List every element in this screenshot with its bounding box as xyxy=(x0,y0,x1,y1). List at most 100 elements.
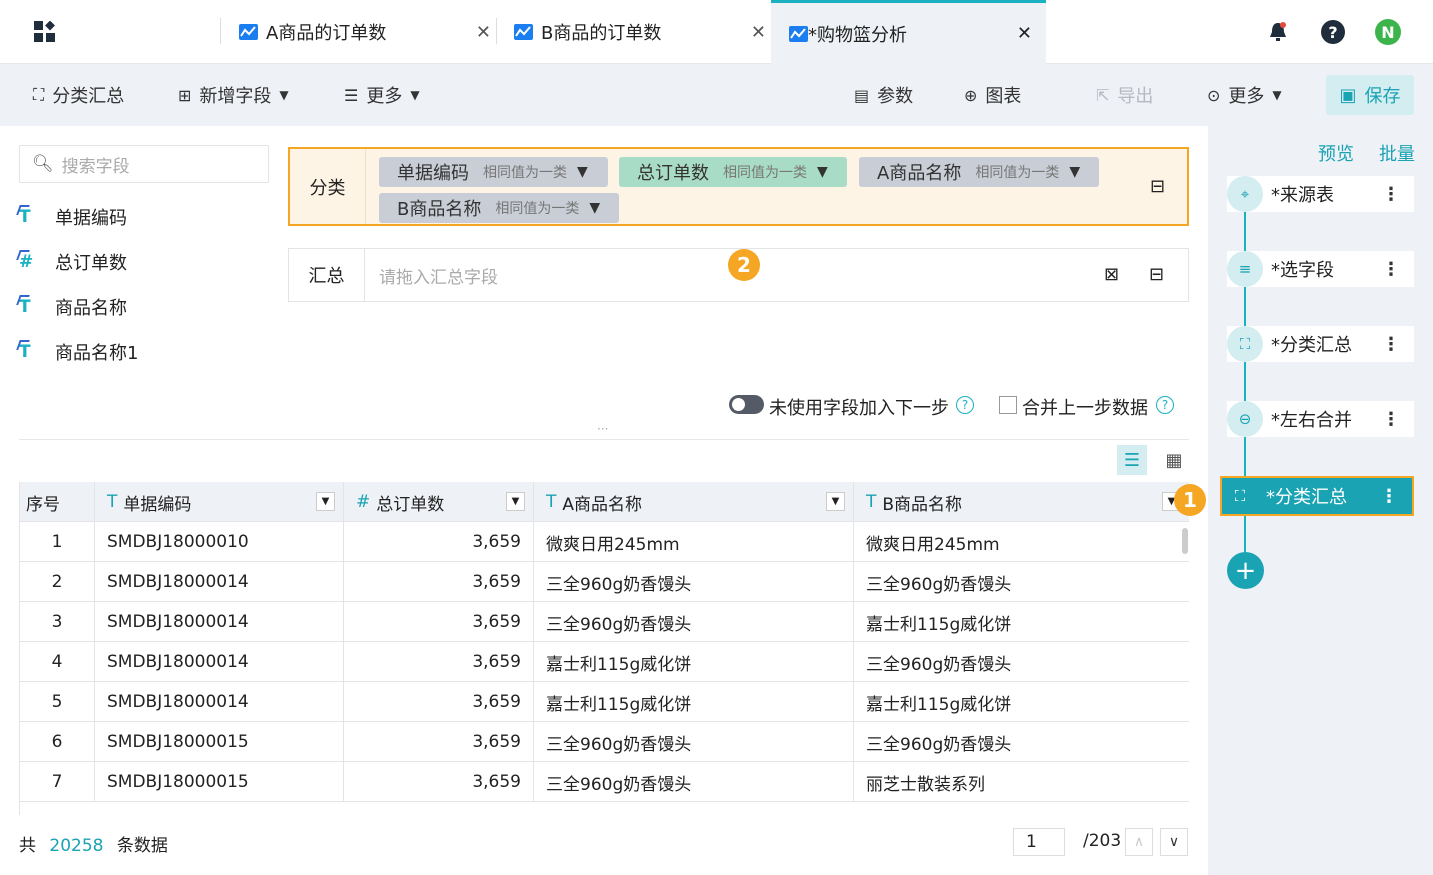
search-icon: 🔍︎ xyxy=(32,154,54,174)
caret-down-icon[interactable]: ▼ xyxy=(577,164,588,180)
export-button[interactable]: ⇱ 导出 xyxy=(1096,64,1153,126)
node-label: *左右合并 xyxy=(1271,410,1352,431)
clear-icon[interactable]: ⊟ xyxy=(1150,176,1165,197)
more-right-button[interactable]: ⊙ 更多 ▼ xyxy=(1207,64,1282,126)
table-cell: 微爽日用245mm xyxy=(534,522,854,562)
category-dropzone[interactable]: 分类 单据编码 相同值为一类 ▼ 总订单数 相同值为一类 ▼ A商品名称 相同值为一类 ▼ … xyxy=(288,147,1189,226)
add-node-button[interactable]: + xyxy=(1227,552,1264,589)
table-cell: SMDBJ18000010 xyxy=(95,522,344,562)
table-row[interactable]: 4 SMDBJ18000014 3,659 嘉士利115g威化饼 三全960g奶香馒头 xyxy=(20,642,1189,682)
node-label: *选字段 xyxy=(1271,260,1334,281)
caret-down-icon[interactable]: ▼ xyxy=(1069,164,1080,180)
close-icon[interactable]: ✕ xyxy=(476,22,491,43)
tab-label: B商品的订单数 xyxy=(541,23,662,44)
flow-node-source[interactable]: ⌖ *来源表 ⋮ xyxy=(1227,176,1414,212)
page-total: /203 xyxy=(1083,831,1122,851)
field-item[interactable]: T 商品名称1 xyxy=(19,337,138,367)
more-vertical-icon[interactable]: ⋮ xyxy=(1382,184,1400,205)
tab-basket-analysis[interactable]: *购物篮分析 ✕ xyxy=(771,0,1046,64)
summary-placeholder: 请拖入汇总字段 xyxy=(379,268,498,288)
help-icon[interactable]: ? xyxy=(1321,20,1345,44)
caret-down-icon[interactable]: ▼ xyxy=(316,492,335,511)
batch-link[interactable]: 批量 xyxy=(1379,140,1415,166)
group-summary-button[interactable]: ⛶ 分类汇总 xyxy=(33,64,124,126)
scrollbar[interactable] xyxy=(1182,528,1188,554)
text-type-icon: T xyxy=(107,492,118,512)
clear-icon[interactable]: ⊟ xyxy=(1149,264,1164,285)
save-button[interactable]: ▣ 保存 xyxy=(1326,75,1414,115)
text-field-icon: T xyxy=(19,297,43,317)
unused-fields-toggle[interactable] xyxy=(729,395,764,414)
data-table: 序号 T 单据编码 ▼ # 总订单数 ▼ T A商品名称 ▼ T B商品名称 ▼ 1 SMDBJ1… xyxy=(19,482,1189,815)
column-header: 序号 xyxy=(20,482,95,522)
remove-field-icon[interactable]: ⊠ xyxy=(1104,264,1119,285)
chart-button[interactable]: ⊕ 图表 xyxy=(964,64,1021,126)
table-row[interactable]: 7 SMDBJ18000015 3,659 三全960g奶香馒头 丽芝士散装系列 xyxy=(20,762,1189,802)
column-header[interactable]: T A商品名称 ▼ xyxy=(534,482,854,522)
resize-handle[interactable]: ··· xyxy=(597,422,608,436)
chip-mode: 相同值为一类 xyxy=(495,201,580,217)
chip-name: 单据编码 xyxy=(397,163,469,184)
tab-a-orders[interactable]: A商品的订单数 ✕ xyxy=(239,0,491,64)
table-row[interactable]: 5 SMDBJ18000014 3,659 嘉士利115g威化饼 嘉士利115g威化饼 xyxy=(20,682,1189,722)
column-header[interactable]: T B商品名称 ▼ xyxy=(854,482,1189,522)
table-cell: SMDBJ18000014 xyxy=(95,562,344,602)
chip-mode: 相同值为一类 xyxy=(723,165,807,181)
flow-node-group[interactable]: ⛶ *分类汇总 ⋮ xyxy=(1227,326,1414,362)
grid-view-icon[interactable]: ▦ xyxy=(1159,445,1189,475)
field-item[interactable]: T 单据编码 xyxy=(19,202,127,232)
table-row[interactable]: 3 SMDBJ18000014 3,659 三全960g奶香馒头 嘉士利115g威化饼 xyxy=(20,602,1189,642)
caret-down-icon: ▼ xyxy=(410,88,420,102)
more-vertical-icon[interactable]: ⋮ xyxy=(1380,486,1398,507)
table-row[interactable]: 6 SMDBJ18000015 3,659 三全960g奶香馒头 三全960g奶香馒头 xyxy=(20,722,1189,762)
flow-node-group-active[interactable]: ⛶ *分类汇总 ⋮ xyxy=(1220,476,1414,516)
page-up-button[interactable]: ∧ xyxy=(1125,828,1153,856)
tab-b-orders[interactable]: B商品的订单数 ✕ xyxy=(514,0,766,64)
more-vertical-icon[interactable]: ⋮ xyxy=(1382,259,1400,280)
category-chip[interactable]: 单据编码 相同值为一类 ▼ xyxy=(379,157,608,187)
category-chip[interactable]: 总订单数 相同值为一类 ▼ xyxy=(619,157,847,187)
search-field[interactable]: 🔍︎ 搜索字段 xyxy=(19,145,269,183)
help-icon[interactable]: ? xyxy=(1156,396,1174,414)
more-vertical-icon[interactable]: ⋮ xyxy=(1382,334,1400,355)
page-number: 1 xyxy=(1026,832,1037,852)
chart-icon xyxy=(514,24,533,40)
merge-checkbox[interactable] xyxy=(999,396,1017,414)
more-left-button[interactable]: ☰ 更多 ▼ xyxy=(344,64,420,126)
caret-down-icon[interactable]: ▼ xyxy=(817,164,828,180)
field-item[interactable]: T 商品名称 xyxy=(19,292,127,322)
caret-down-icon[interactable]: ▼ xyxy=(826,492,845,511)
more-vertical-icon[interactable]: ⋮ xyxy=(1382,409,1400,430)
count-suffix: 条数据 xyxy=(116,836,168,856)
help-icon[interactable]: ? xyxy=(956,396,974,414)
flow-node-join[interactable]: ⊖ *左右合并 ⋮ xyxy=(1227,401,1414,437)
add-field-button[interactable]: ⊞ 新增字段 ▼ xyxy=(178,64,289,126)
avatar[interactable]: N xyxy=(1375,19,1401,45)
page-input[interactable]: 1 xyxy=(1013,828,1065,856)
bell-icon[interactable] xyxy=(1268,21,1288,43)
category-chip[interactable]: A商品名称 相同值为一类 ▼ xyxy=(859,157,1099,187)
list-view-icon[interactable]: ☰ xyxy=(1117,445,1147,475)
field-item[interactable]: # 总订单数 xyxy=(19,247,127,277)
table-row[interactable]: 2 SMDBJ18000014 3,659 三全960g奶香馒头 三全960g奶香馒头 xyxy=(20,562,1189,602)
caret-down-icon[interactable]: ▼ xyxy=(589,200,600,216)
app-grid-icon[interactable] xyxy=(34,20,56,43)
chip-name: 总订单数 xyxy=(637,163,709,184)
column-header[interactable]: # 总订单数 ▼ xyxy=(344,482,534,522)
preview-link[interactable]: 预览 xyxy=(1318,140,1354,166)
flow-node-select-fields[interactable]: ≡ *选字段 ⋮ xyxy=(1227,251,1414,287)
table-cell: 2 xyxy=(20,562,95,602)
page-down-button[interactable]: ∨ xyxy=(1160,828,1188,856)
table-cell: 微爽日用245mm xyxy=(854,522,1189,562)
params-button[interactable]: ▤ 参数 xyxy=(854,64,913,126)
total-count: 共 20258 条数据 xyxy=(19,831,168,856)
header-label: A商品名称 xyxy=(562,494,643,515)
close-icon[interactable]: ✕ xyxy=(751,22,766,43)
category-chip[interactable]: B商品名称 相同值为一类 ▼ xyxy=(379,193,619,223)
table-row[interactable]: 1 SMDBJ18000010 3,659 微爽日用245mm 微爽日用245mm xyxy=(20,522,1189,562)
caret-down-icon[interactable]: ▼ xyxy=(506,492,525,511)
chip-mode: 相同值为一类 xyxy=(483,165,567,181)
close-icon[interactable]: ✕ xyxy=(1017,23,1032,44)
table-cell: 3,659 xyxy=(344,762,534,802)
column-header[interactable]: T 单据编码 ▼ xyxy=(95,482,344,522)
